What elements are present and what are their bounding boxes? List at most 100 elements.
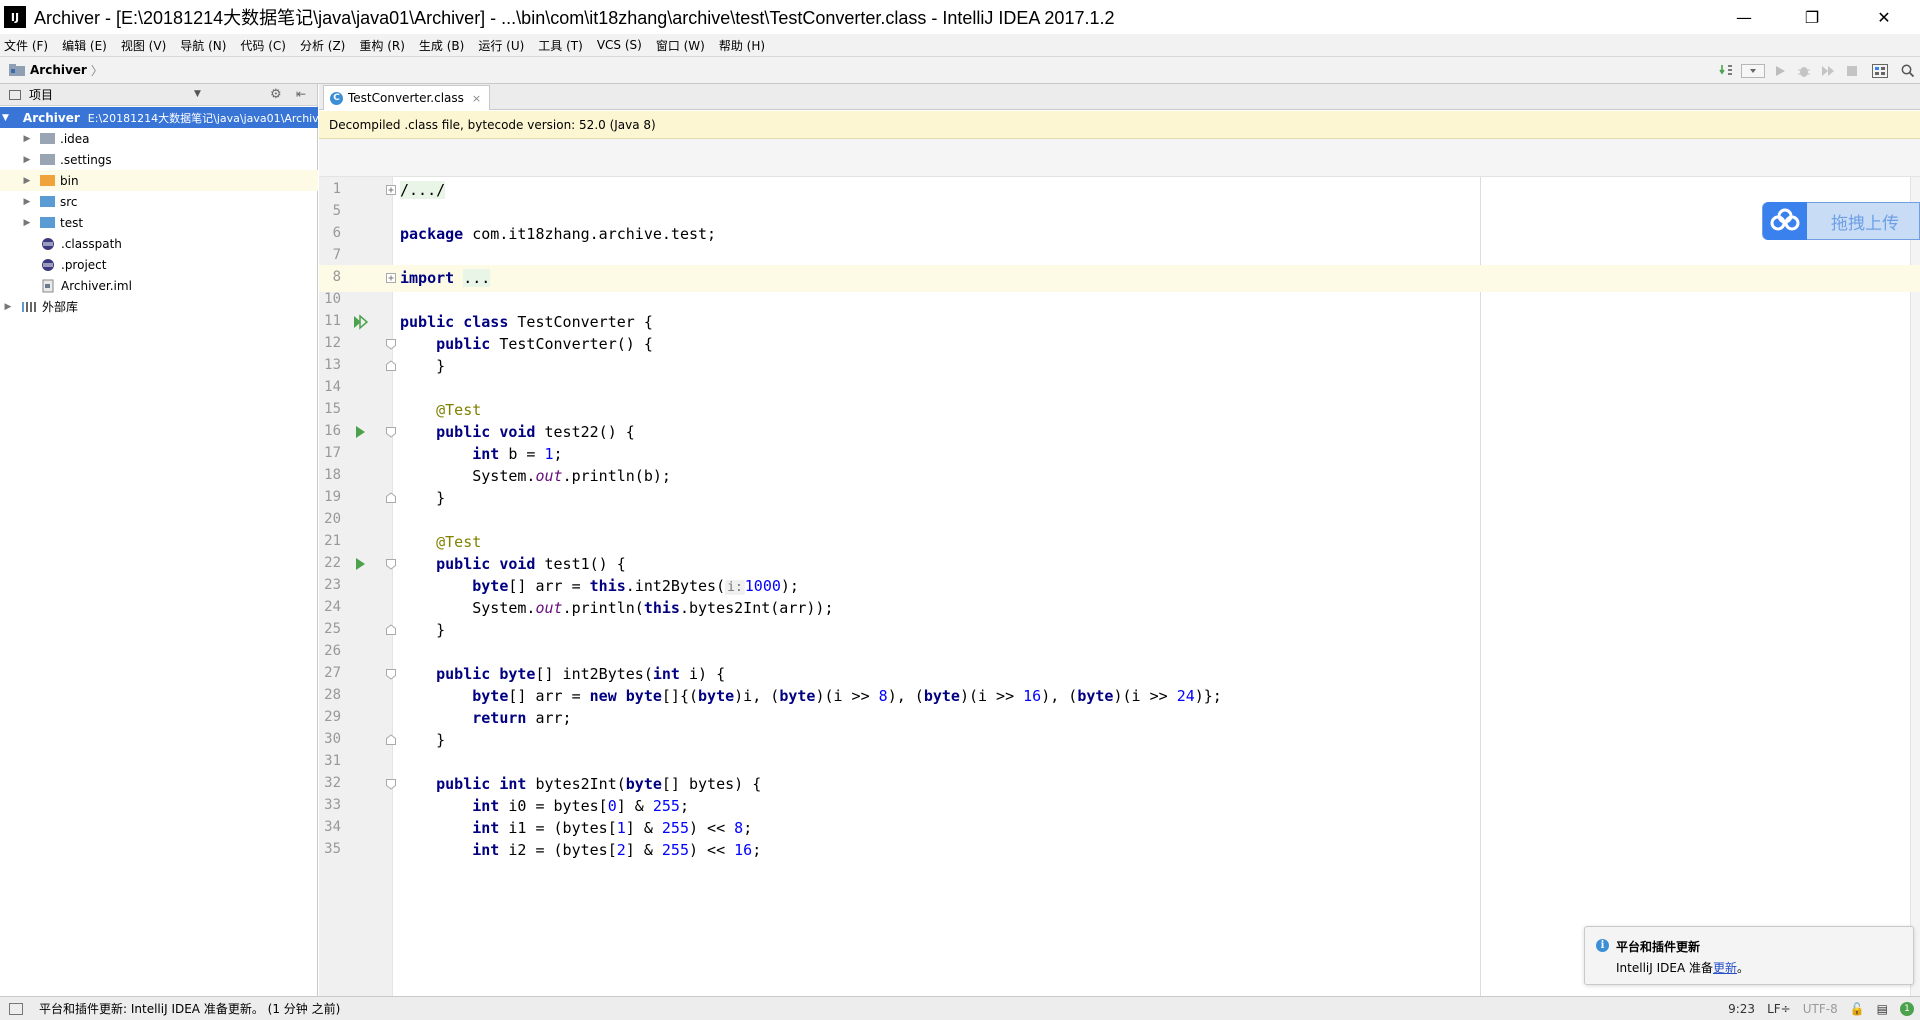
tree-item-label: bin — [60, 173, 79, 188]
menu-analyze[interactable]: 分析 (Z) — [300, 37, 345, 54]
menu-code[interactable]: 代码 (C) — [240, 37, 286, 54]
collapsed-arrow-icon[interactable]: ▶ — [22, 218, 32, 228]
window-title: Archiver - [E:\20181214大数据笔记\java\java01… — [34, 8, 1115, 28]
expand-fold-icon[interactable] — [385, 272, 398, 284]
menu-build[interactable]: 生成 (B) — [419, 37, 464, 54]
menu-refactor[interactable]: 重构 (R) — [359, 37, 405, 54]
tree-item-test[interactable]: ▶ test — [0, 212, 318, 233]
tree-item-label: .classpath — [61, 236, 122, 251]
menu-vcs[interactable]: VCS (S) — [597, 38, 642, 52]
fold-start-icon[interactable] — [385, 778, 398, 790]
minimize-button[interactable]: — — [1716, 0, 1772, 34]
title-bar: IJ Archiver - [E:\20181214大数据笔记\java\jav… — [0, 0, 1920, 34]
menu-tools[interactable]: 工具 (T) — [538, 37, 583, 54]
line-number: 22 — [324, 555, 341, 571]
coverage-icon[interactable] — [1816, 57, 1840, 85]
tree-item-bin[interactable]: ▶ bin — [0, 170, 318, 191]
fold-end-icon[interactable] — [385, 624, 398, 636]
run-test-icon[interactable] — [352, 423, 370, 441]
menu-help[interactable]: 帮助 (H) — [719, 37, 765, 54]
source-folder-icon — [40, 196, 55, 207]
file-encoding[interactable]: UTF-8 — [1803, 1002, 1838, 1016]
tree-item-label: test — [60, 215, 84, 230]
run-all-tests-icon[interactable] — [352, 313, 370, 331]
intellij-app-icon: IJ — [4, 6, 26, 28]
gear-icon[interactable]: ⚙ — [270, 87, 282, 102]
breadcrumb-project[interactable]: Archiver — [30, 63, 87, 77]
menu-window[interactable]: 窗口 (W) — [656, 37, 705, 54]
tab-label: TestConverter.class — [348, 91, 464, 105]
collapsed-arrow-icon[interactable]: ▶ — [22, 155, 32, 165]
project-panel-title[interactable]: 项目 — [29, 86, 53, 103]
menu-view[interactable]: 视图 (V) — [121, 37, 166, 54]
fold-end-icon[interactable] — [385, 360, 398, 372]
event-log-icon[interactable]: 1 — [1900, 1002, 1914, 1016]
maximize-button[interactable]: ❐ — [1784, 0, 1840, 34]
menu-file[interactable]: 文件 (F) — [4, 37, 48, 54]
fold-start-icon[interactable] — [385, 338, 398, 350]
drag-upload-widget[interactable]: 拖拽上传 — [1762, 202, 1920, 240]
collapsed-arrow-icon[interactable]: ▶ — [22, 176, 32, 186]
fold-start-icon[interactable] — [385, 558, 398, 570]
debug-icon[interactable] — [1792, 57, 1816, 85]
tab-testconverter-class[interactable]: C TestConverter.class × — [323, 85, 491, 110]
memory-indicator-icon[interactable]: ▤ — [1877, 1002, 1888, 1016]
collapsed-arrow-icon[interactable]: ▶ — [22, 134, 32, 144]
line-separator[interactable]: LF÷ — [1767, 1002, 1791, 1016]
notification-body: IntelliJ IDEA 准备更新。 — [1616, 959, 1749, 976]
collapsed-arrow-icon[interactable]: ▶ — [22, 197, 32, 207]
line-number: 1 — [332, 181, 341, 197]
iml-file-icon — [42, 279, 54, 292]
hide-panel-icon[interactable]: ⇤ — [296, 87, 306, 101]
line-number: 15 — [324, 401, 341, 417]
update-notification[interactable]: i 平台和插件更新 IntelliJ IDEA 准备更新。 — [1584, 926, 1914, 985]
close-button[interactable]: ✕ — [1856, 0, 1912, 34]
tree-item-src[interactable]: ▶ src — [0, 191, 318, 212]
search-everywhere-icon[interactable] — [1896, 57, 1920, 85]
decompiled-banner: Decompiled .class file, bytecode version… — [319, 111, 1920, 139]
menu-run[interactable]: 运行 (U) — [478, 37, 524, 54]
line-number: 29 — [324, 709, 341, 725]
lock-icon[interactable]: 🔓 — [1850, 1002, 1865, 1016]
menu-navigate[interactable]: 导航 (N) — [180, 37, 226, 54]
view-dropdown-icon[interactable]: ▼ — [194, 89, 201, 99]
run-test-icon[interactable] — [352, 555, 370, 573]
run-config-dropdown[interactable] — [1738, 57, 1768, 85]
tree-item-external-libraries[interactable]: ▶ 外部库 — [0, 296, 318, 317]
project-structure-icon[interactable] — [1864, 57, 1896, 85]
menu-edit[interactable]: 编辑 (E) — [62, 37, 107, 54]
tree-item-root-module[interactable]: ▼ Archiver E:\20181214大数据笔记\java\java01\… — [0, 107, 318, 128]
tree-item-classpath[interactable]: .classpath — [0, 233, 318, 254]
expand-fold-icon[interactable] — [385, 184, 398, 196]
expand-arrow-icon[interactable]: ▼ — [2, 113, 9, 123]
tree-item-label: .idea — [60, 131, 90, 146]
fold-end-icon[interactable] — [385, 734, 398, 746]
notification-suffix: 。 — [1737, 961, 1750, 975]
tree-item-project[interactable]: .project — [0, 254, 318, 275]
tree-item-settings[interactable]: ▶ .settings — [0, 149, 318, 170]
fold-start-icon[interactable] — [385, 668, 398, 680]
stop-icon[interactable] — [1840, 57, 1864, 85]
folder-icon — [40, 154, 55, 165]
fold-start-icon[interactable] — [385, 426, 398, 438]
caret-position[interactable]: 9:23 — [1728, 1002, 1755, 1016]
code-editor[interactable]: 1 /.../ 5 6 package com.it18zhang.archiv… — [319, 177, 1920, 996]
info-icon: i — [1596, 939, 1609, 952]
fold-end-icon[interactable] — [385, 492, 398, 504]
tree-item-idea[interactable]: ▶ .idea — [0, 128, 318, 149]
tree-item-label: src — [60, 194, 78, 209]
collapsed-arrow-icon[interactable]: ▶ — [3, 302, 13, 312]
menu-bar: 文件 (F) 编辑 (E) 视图 (V) 导航 (N) 代码 (C) 分析 (Z… — [0, 34, 1920, 56]
line-number: 26 — [324, 643, 341, 659]
line-number: 27 — [324, 665, 341, 681]
line-number: 6 — [332, 225, 341, 241]
status-message[interactable]: 平台和插件更新: IntelliJ IDEA 准备更新。 (1 分钟 之前) — [39, 1000, 340, 1017]
close-tab-icon[interactable]: × — [472, 92, 481, 105]
run-icon[interactable] — [1768, 57, 1792, 85]
tree-item-iml[interactable]: Archiver.iml — [0, 275, 318, 296]
line-number: 14 — [324, 379, 341, 395]
upload-label: 拖拽上传 — [1831, 213, 1899, 234]
update-link[interactable]: 更新 — [1713, 961, 1737, 975]
tool-windows-toggle-icon[interactable] — [9, 1002, 23, 1015]
build-icon[interactable] — [1714, 57, 1738, 85]
